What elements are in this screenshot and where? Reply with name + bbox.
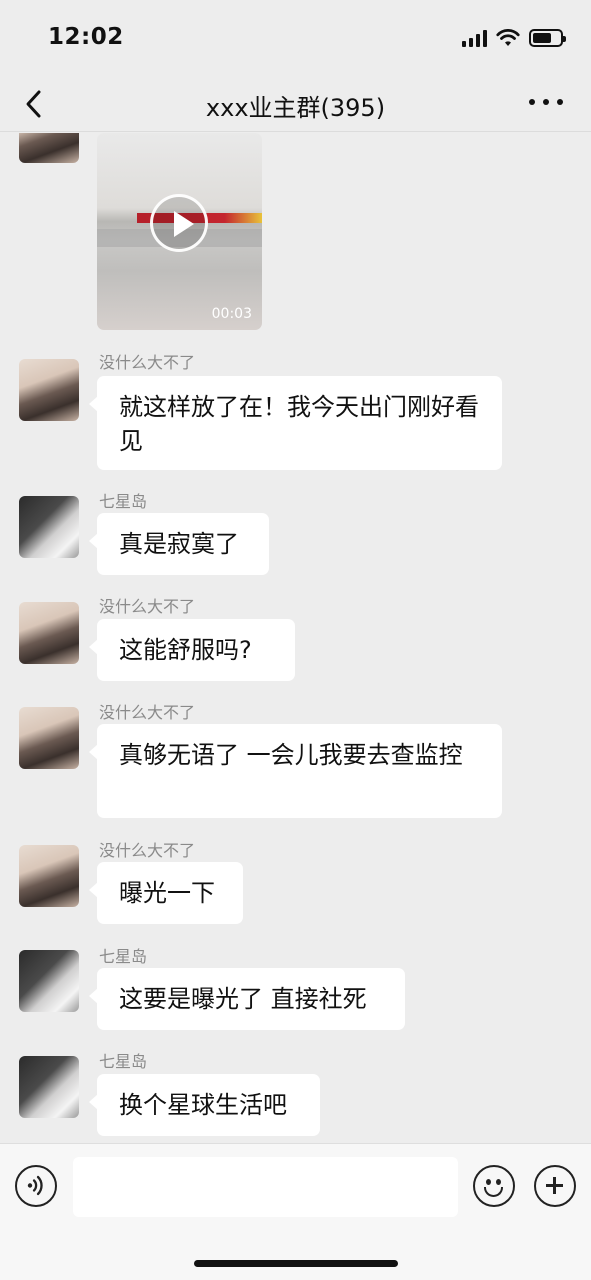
sender-name: 没什么大不了 [99,841,196,860]
video-message[interactable]: 00:03 [97,133,262,330]
input-bar [0,1143,591,1280]
sender-name: 七星岛 [99,947,148,966]
more-options-button[interactable] [529,90,563,114]
wifi-icon [496,29,520,46]
message-bubble[interactable]: 就这样放了在！我今天出门刚好看见 [89,376,502,470]
message-bubble[interactable]: 真是寂寞了 [89,513,269,575]
voice-button[interactable] [15,1165,57,1207]
sender-name: 没什么大不了 [99,703,196,722]
avatar[interactable] [19,950,79,1012]
avatar[interactable] [19,707,79,769]
avatar[interactable] [19,496,79,558]
message-input[interactable] [73,1157,458,1217]
sender-name: 没什么大不了 [99,597,196,616]
status-time: 12:02 [48,24,124,50]
home-indicator [194,1260,398,1267]
avatar[interactable] [19,359,79,421]
avatar[interactable] [19,602,79,664]
message-bubble[interactable]: 这能舒服吗? [89,619,295,681]
voice-icon [27,1175,43,1196]
sender-name: 七星岛 [99,1052,148,1071]
emoji-icon [486,1179,491,1185]
sender-name: 没什么大不了 [99,353,196,372]
avatar[interactable] [19,845,79,907]
message-bubble[interactable]: 真够无语了 一会儿我要去查监控 [89,724,502,818]
chat-title: xxx业主群(395) [205,94,386,122]
status-bar: 12:02 [0,0,591,78]
avatar[interactable] [19,1056,79,1118]
video-duration: 00:03 [211,306,252,322]
nav-bar: xxx业主群(395) [0,78,591,132]
plus-button[interactable] [534,1165,576,1207]
avatar[interactable] [19,133,79,163]
battery-icon [529,29,566,47]
play-icon[interactable] [150,194,208,252]
chat-area[interactable]: 00:03 没什么大不了 就这样放了在！我今天出门刚好看见 七星岛 真是寂寞了 … [0,133,591,1143]
emoji-button[interactable] [473,1165,515,1207]
status-icons [462,26,566,50]
cellular-signal-icon [462,29,487,47]
sender-name: 七星岛 [99,492,148,511]
message-bubble[interactable]: 曝光一下 [89,862,243,924]
message-bubble[interactable]: 换个星球生活吧 [89,1074,320,1136]
more-dots-icon [529,99,535,105]
message-bubble[interactable]: 这要是曝光了 直接社死 [89,968,405,1030]
